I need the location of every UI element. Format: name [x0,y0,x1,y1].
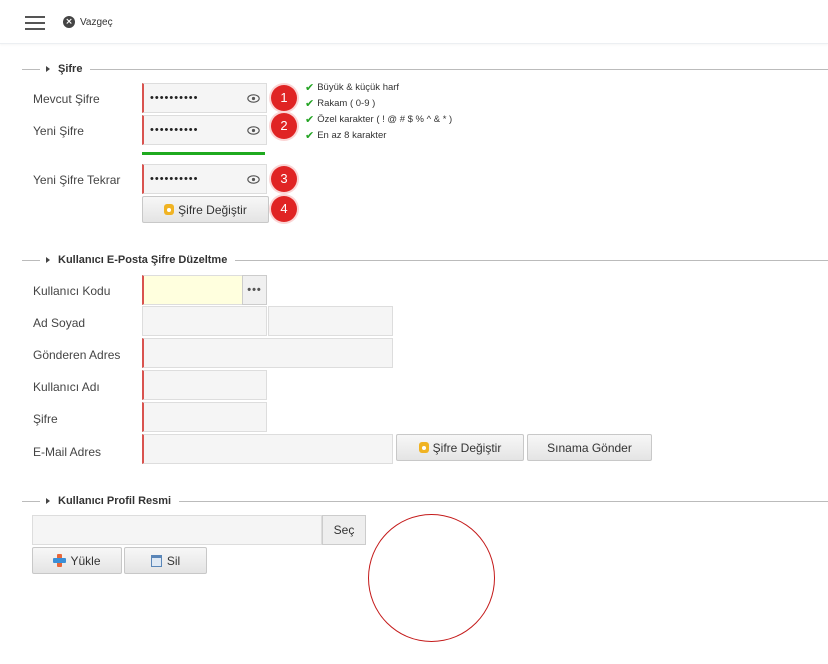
new-password-input[interactable]: •••••••••• [142,115,267,145]
eye-icon[interactable] [247,124,260,137]
check-icon: ✔ [305,129,315,142]
repeat-password-input[interactable]: •••••••••• [142,164,267,194]
upload-button[interactable]: Yükle [32,547,122,574]
new-password-label: Yeni Şifre [33,124,84,138]
repeat-password-value: •••••••••• [150,173,199,185]
profile-picture-preview [368,514,495,642]
top-bar: × Vazgeç [0,0,828,44]
caret-right-icon [46,498,50,504]
sender-address-label: Gönderen Adres [33,348,121,362]
password-section-header[interactable]: Şifre [22,63,828,75]
rule-item: ✔ En az 8 karakter [305,129,387,142]
caret-right-icon [46,66,50,72]
name-label: Ad Soyad [33,316,86,330]
email-address-label: E-Mail Adres [33,445,102,459]
close-icon: × [63,16,75,28]
check-icon: ✔ [305,113,315,126]
user-code-input[interactable] [142,275,243,305]
lock-icon [418,442,429,453]
caret-right-icon [46,257,50,263]
upload-icon [53,554,67,567]
current-password-input[interactable]: •••••••••• [142,83,267,113]
cancel-label: Vazgeç [80,16,113,28]
email-change-password-button[interactable]: Şifre Değiştir [396,434,524,461]
email-section-header[interactable]: Kullanıcı E-Posta Şifre Düzeltme [22,254,828,266]
email-password-input[interactable] [142,402,267,432]
profile-section-header[interactable]: Kullanıcı Profil Resmi [22,495,828,507]
first-name-field [142,306,267,336]
email-password-label: Şifre [33,412,58,426]
eye-icon[interactable] [247,173,260,186]
repeat-password-label: Yeni Şifre Tekrar [33,173,121,187]
rule-item: ✔ Rakam ( 0-9 ) [305,97,376,110]
hamburger-menu-icon[interactable] [25,16,45,30]
section-title: Kullanıcı E-Posta Şifre Düzeltme [58,254,228,266]
rule-item: ✔ Özel karakter ( ! @ # $ % ^ & * ) [305,113,453,126]
step-badge-1: 1 [271,85,297,111]
file-path-input[interactable] [32,515,322,545]
eye-icon[interactable] [247,92,260,105]
email-address-input[interactable] [142,434,393,464]
sender-address-input[interactable] [142,338,393,368]
username-label: Kullanıcı Adı [33,380,100,394]
current-password-label: Mevcut Şifre [33,92,100,106]
username-input[interactable] [142,370,267,400]
current-password-value: •••••••••• [150,92,199,104]
last-name-field [268,306,393,336]
check-icon: ✔ [305,81,315,94]
send-test-button[interactable]: Sınama Gönder [527,434,652,461]
step-badge-3: 3 [271,166,297,192]
step-badge-4: 4 [271,196,297,222]
new-password-value: •••••••••• [150,124,199,136]
trash-icon [150,554,162,567]
lookup-button[interactable]: ••• [242,275,267,305]
user-code-label: Kullanıcı Kodu [33,284,111,298]
cancel-button[interactable]: × Vazgeç [63,16,113,28]
section-title: Şifre [58,63,83,75]
delete-button[interactable]: Sil [124,547,207,574]
step-badge-2: 2 [271,113,297,139]
change-password-button[interactable]: Şifre Değiştir [142,196,269,223]
check-icon: ✔ [305,97,315,110]
rule-item: ✔ Büyük & küçük harf [305,81,400,94]
lock-icon [164,204,175,215]
section-title: Kullanıcı Profil Resmi [58,495,172,507]
select-file-button[interactable]: Seç [322,515,366,545]
password-strength-bar [142,152,265,155]
